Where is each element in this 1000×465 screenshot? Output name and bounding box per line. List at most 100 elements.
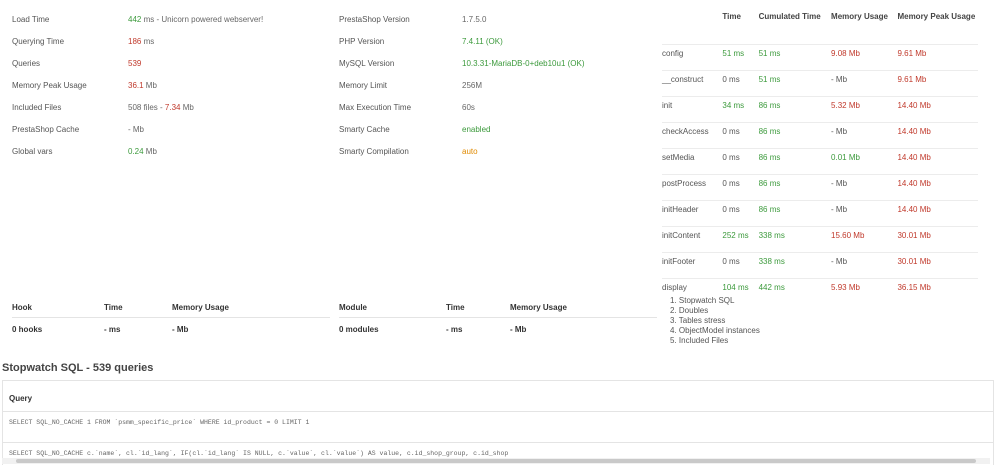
- stage-peak: 9.61 Mb: [897, 44, 978, 71]
- stage-cumulated: 86 ms: [758, 148, 832, 175]
- stage-name: initContent: [662, 226, 723, 253]
- link-objectmodel-instances[interactable]: 4. ObjectModel instances: [670, 326, 760, 336]
- modules-table: Module Time Memory Usage 0 modules - ms …: [339, 297, 657, 340]
- config-label: Max Execution Time: [339, 102, 412, 112]
- stage-time: 0 ms: [722, 252, 759, 279]
- config-label: Smarty Cache: [339, 124, 390, 134]
- config-row-mysql-version: MySQL Version 10.3.31-MariaDB-0+deb10u1 …: [339, 52, 659, 74]
- summary-row-global-vars: Global vars 0.24 Mb: [12, 140, 332, 162]
- summary-value-suffix: Mb: [143, 80, 157, 90]
- stages-table: Time Cumulated Time Memory Usage Memory …: [662, 8, 978, 304]
- stage-name: initHeader: [662, 200, 723, 227]
- modules-header-time: Time: [446, 297, 510, 318]
- modules-total-memory: - Mb: [510, 324, 527, 334]
- sql-section-title: Stopwatch SQL - 539 queries: [2, 362, 154, 374]
- stage-peak: 14.40 Mb: [897, 148, 978, 175]
- summary-row-memory-peak: Memory Peak Usage 36.1 Mb: [12, 74, 332, 96]
- stages-header-time: Time: [722, 12, 741, 21]
- stages-body: config 51 ms 51 ms 9.08 Mb 9.61 Mb __construc…: [662, 44, 978, 304]
- config-row-smarty-compilation: Smarty Compilation auto: [339, 140, 659, 162]
- stage-peak: 14.40 Mb: [897, 96, 978, 123]
- stage-memory: - Mb: [831, 70, 898, 97]
- stage-cumulated: 86 ms: [758, 96, 832, 123]
- link-included-files[interactable]: 5. Included Files: [670, 336, 760, 346]
- summary-value: 0.24: [128, 146, 144, 156]
- summary-label: Included Files: [12, 102, 62, 112]
- stages-header-row: Time Cumulated Time Memory Usage Memory …: [662, 8, 978, 45]
- stage-cumulated: 86 ms: [758, 174, 832, 201]
- stage-name: initFooter: [662, 252, 723, 279]
- summary-value-prefix: 508 files -: [128, 102, 165, 112]
- summary-value: 442: [128, 14, 142, 24]
- stage-cumulated: 338 ms: [758, 252, 832, 279]
- stage-name: __construct: [662, 70, 723, 97]
- stage-memory: - Mb: [831, 174, 898, 201]
- stage-row: initFooter 0 ms 338 ms - Mb 30.01 Mb: [662, 252, 978, 279]
- summary-label: Load Time: [12, 14, 50, 24]
- stage-peak: 14.40 Mb: [897, 174, 978, 201]
- stage-name: config: [662, 44, 723, 71]
- summary-label: Queries: [12, 58, 41, 68]
- stage-memory: 15.60 Mb: [831, 226, 898, 253]
- summary-row-load-time: Load Time 442 ms - Unicorn powered webse…: [12, 8, 332, 30]
- config-row-ps-version: PrestaShop Version 1.7.5.0: [339, 8, 659, 30]
- config-label: PrestaShop Version: [339, 14, 410, 24]
- stage-time: 0 ms: [722, 70, 759, 97]
- stages-header-peak: Memory Peak Usage: [897, 12, 976, 21]
- stage-peak: 36.15 Mb: [897, 278, 978, 304]
- summary-row-included-files: Included Files 508 files - 7.34 Mb: [12, 96, 332, 118]
- stage-row: setMedia 0 ms 86 ms 0.01 Mb 14.40 Mb: [662, 148, 978, 175]
- stage-cumulated: 86 ms: [758, 200, 832, 227]
- stage-memory: 5.32 Mb: [831, 96, 898, 123]
- scrollbar-thumb[interactable]: [16, 459, 976, 463]
- summary-value: 7.34: [164, 102, 181, 112]
- stage-row: initContent 252 ms 338 ms 15.60 Mb 30.01 Mb: [662, 226, 978, 253]
- stage-memory: 5.93 Mb: [831, 278, 898, 304]
- summary-value-suffix: Mb: [143, 146, 157, 156]
- config-table: PrestaShop Version 1.7.5.0 PHP Version 7…: [339, 8, 659, 162]
- summary-label: Global vars: [12, 146, 53, 156]
- summary-label: Querying Time: [12, 36, 65, 46]
- hooks-total-time: - ms: [104, 324, 121, 334]
- section-links: 1. Stopwatch SQL 2. Doubles 3. Tables st…: [670, 296, 760, 346]
- stage-memory: - Mb: [831, 200, 898, 227]
- stage-cumulated: 442 ms: [758, 278, 832, 304]
- stage-time: 0 ms: [722, 200, 759, 227]
- horizontal-scrollbar[interactable]: [2, 458, 990, 464]
- stage-row: init 34 ms 86 ms 5.32 Mb 14.40 Mb: [662, 96, 978, 123]
- config-label: Memory Limit: [339, 80, 388, 90]
- stage-cumulated: 51 ms: [758, 70, 832, 97]
- link-doubles[interactable]: 2. Doubles: [670, 306, 760, 316]
- summary-value-suffix: ms: [141, 36, 155, 46]
- hooks-header-memory: Memory Usage: [172, 297, 330, 318]
- stage-row: config 51 ms 51 ms 9.08 Mb 9.61 Mb: [662, 44, 978, 71]
- stages-header-name: [662, 8, 722, 45]
- summary-value: 186: [128, 36, 142, 46]
- hooks-table: Hook Time Memory Usage 0 hooks - ms - Mb: [12, 297, 330, 340]
- stage-row: postProcess 0 ms 86 ms - Mb 14.40 Mb: [662, 174, 978, 201]
- stage-row: initHeader 0 ms 86 ms - Mb 14.40 Mb: [662, 200, 978, 227]
- summary-row-queries: Queries 539: [12, 52, 332, 74]
- stages-header-cumulated: Cumulated Time: [758, 12, 821, 21]
- link-tables-stress[interactable]: 3. Tables stress: [670, 316, 760, 326]
- stage-peak: 14.40 Mb: [897, 122, 978, 149]
- link-stopwatch-sql[interactable]: 1. Stopwatch SQL: [670, 296, 760, 306]
- config-value: 7.4.11 (OK): [462, 36, 503, 46]
- modules-header-memory: Memory Usage: [510, 297, 657, 318]
- summary-row-querying-time: Querying Time 186 ms: [12, 30, 332, 52]
- stage-time: 51 ms: [722, 44, 759, 71]
- summary-value: 36.1: [128, 80, 144, 90]
- stage-cumulated: 51 ms: [758, 44, 832, 71]
- stage-row: checkAccess 0 ms 86 ms - Mb 14.40 Mb: [662, 122, 978, 149]
- sql-column-header: Query: [3, 381, 993, 412]
- stage-peak: 14.40 Mb: [897, 200, 978, 227]
- config-row-max-exec: Max Execution Time 60s: [339, 96, 659, 118]
- summary-row-ps-cache: PrestaShop Cache - Mb: [12, 118, 332, 140]
- config-value: 60s: [462, 102, 475, 112]
- config-row-memory-limit: Memory Limit 256M: [339, 74, 659, 96]
- stage-time: 0 ms: [722, 122, 759, 149]
- stage-time: 0 ms: [722, 148, 759, 175]
- sql-panel: Query SELECT SQL_NO_CACHE 1 FROM `psmm_s…: [2, 380, 994, 465]
- stage-row: __construct 0 ms 51 ms - Mb 9.61 Mb: [662, 70, 978, 97]
- stage-name: init: [662, 96, 723, 123]
